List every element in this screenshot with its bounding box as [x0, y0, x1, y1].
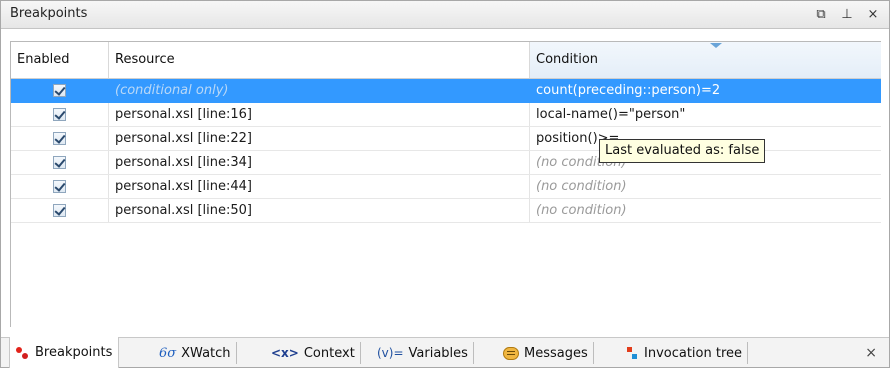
breakpoints-icon [16, 346, 30, 360]
view-tab-bar: Breakpoints 6σ XWatch <x> Context (v)= V… [1, 337, 889, 368]
sort-indicator-icon [710, 43, 722, 48]
enabled-checkbox[interactable] [53, 180, 66, 193]
table-header: Enabled Resource Condition [11, 42, 881, 79]
tab-label: Context [303, 345, 355, 361]
enabled-checkbox[interactable] [53, 156, 66, 169]
enabled-cell [11, 175, 109, 198]
breakpoints-view: Breakpoints ⧉ ⊥ × Enabled Resource Condi… [0, 0, 890, 368]
table-row[interactable]: (conditional only) count(preceding::pers… [11, 79, 881, 103]
column-header-condition[interactable]: Condition [530, 42, 881, 78]
tab-context[interactable]: <x> Context [265, 338, 361, 368]
tab-label: Invocation tree [644, 345, 743, 361]
messages-icon [503, 346, 519, 360]
breakpoints-table: Enabled Resource Condition (conditional … [10, 41, 881, 327]
condition-cell[interactable]: count(preceding::person)=2 [530, 79, 881, 102]
resource-cell: personal.xsl [line:34] [109, 151, 530, 174]
tab-messages[interactable]: Messages [497, 338, 594, 368]
resource-cell: personal.xsl [line:22] [109, 127, 530, 150]
tab-separator [747, 342, 749, 364]
condition-cell[interactable]: local-name()="person" [530, 103, 881, 126]
enabled-checkbox[interactable] [53, 204, 66, 217]
column-header-enabled[interactable]: Enabled [11, 42, 109, 78]
tab-label: Messages [524, 345, 588, 361]
tab-separator [472, 342, 474, 364]
tab-breakpoints[interactable]: Breakpoints [9, 337, 120, 368]
tab-separator [235, 342, 237, 364]
tab-variables[interactable]: (v)= Variables [371, 338, 474, 368]
tab-invocation-tree[interactable]: Invocation tree [619, 338, 749, 368]
close-icon[interactable]: × [865, 5, 881, 23]
enabled-checkbox[interactable] [53, 108, 66, 121]
pin-icon[interactable]: ⊥ [839, 5, 855, 23]
view-title: Breakpoints [10, 6, 88, 21]
tab-label: Variables [408, 345, 468, 361]
enabled-cell [11, 79, 109, 102]
resource-cell: personal.xsl [line:16] [109, 103, 530, 126]
enabled-cell [11, 151, 109, 174]
tab-xwatch[interactable]: 6σ XWatch [153, 338, 237, 368]
condition-tooltip: Last evaluated as: false [599, 139, 766, 163]
column-header-resource[interactable]: Resource [109, 42, 530, 78]
table-row[interactable]: personal.xsl [line:16] local-name()="per… [11, 103, 881, 127]
column-header-condition-label: Condition [536, 52, 599, 67]
restore-icon[interactable]: ⧉ [813, 5, 829, 23]
context-icon: <x> [271, 346, 299, 360]
close-tab-icon[interactable]: × [865, 345, 877, 361]
resource-cell: (conditional only) [109, 79, 530, 102]
tab-label: Breakpoints [35, 345, 113, 360]
resource-cell: personal.xsl [line:44] [109, 175, 530, 198]
invocation-tree-icon [625, 346, 639, 360]
enabled-cell [11, 103, 109, 126]
resource-cell: personal.xsl [line:50] [109, 199, 530, 222]
tab-label: XWatch [181, 345, 231, 361]
table-row[interactable]: personal.xsl [line:50] (no condition) [11, 199, 881, 223]
enabled-checkbox[interactable] [53, 84, 66, 97]
xwatch-icon: 6σ [159, 345, 177, 361]
table-row[interactable]: personal.xsl [line:44] (no condition) [11, 175, 881, 199]
variables-icon: (v)= [377, 346, 404, 360]
view-controls: ⧉ ⊥ × [813, 5, 881, 23]
enabled-checkbox[interactable] [53, 132, 66, 145]
tab-separator [592, 342, 594, 364]
enabled-cell [11, 199, 109, 222]
condition-cell[interactable]: (no condition) [530, 199, 881, 222]
tab-separator [359, 342, 361, 364]
condition-cell[interactable]: (no condition) [530, 175, 881, 198]
view-title-bar: Breakpoints ⧉ ⊥ × [1, 1, 889, 29]
enabled-cell [11, 127, 109, 150]
